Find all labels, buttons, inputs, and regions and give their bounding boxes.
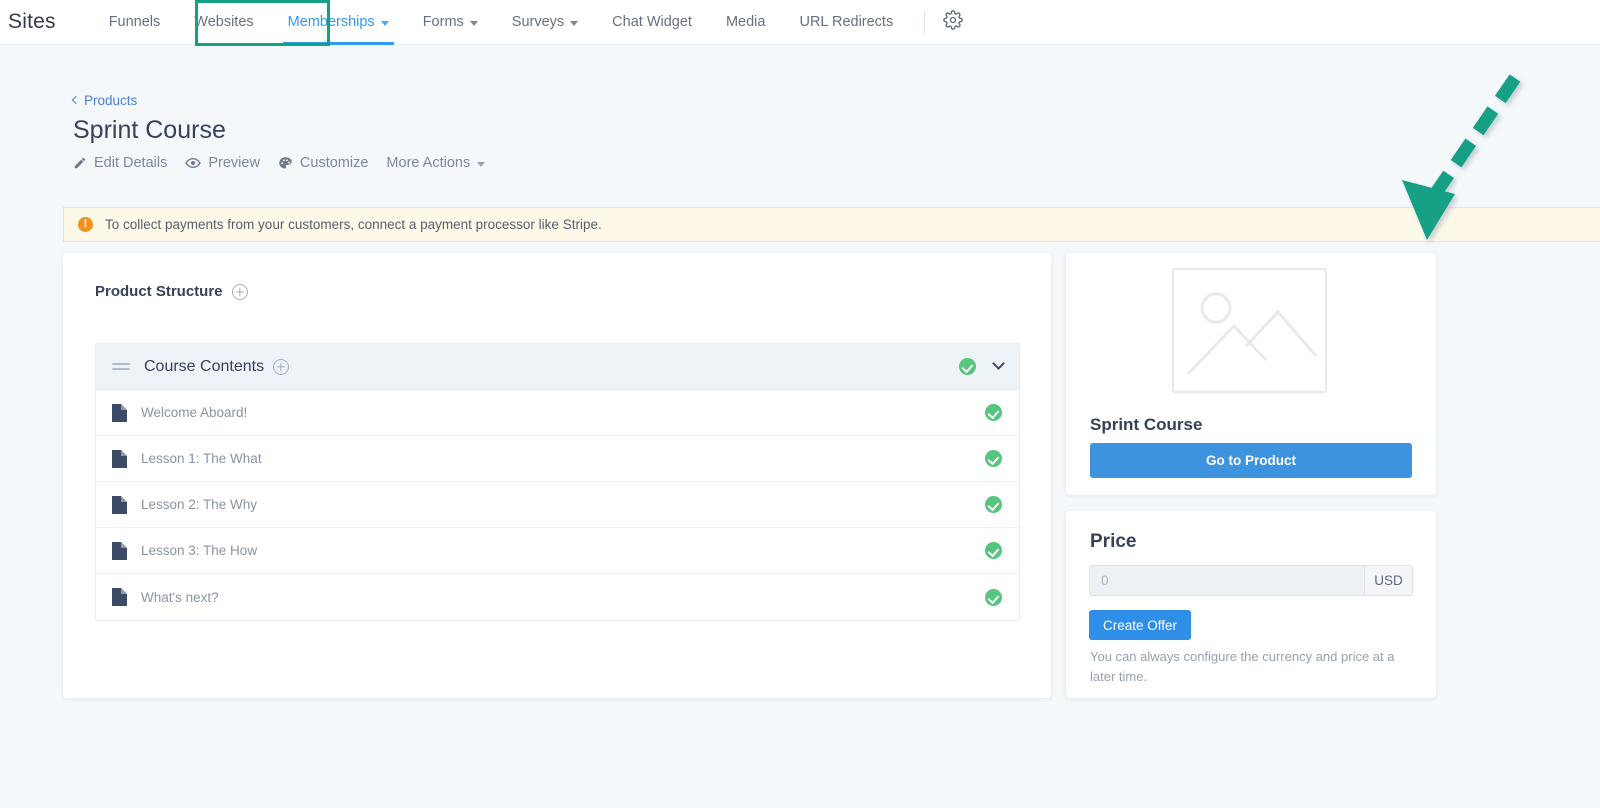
section-controls (959, 357, 1005, 375)
lesson-label: Lesson 3: The How (141, 543, 258, 558)
nav-item-url-redirects[interactable]: URL Redirects (782, 0, 910, 45)
nav-item-label: Media (725, 14, 766, 30)
page-title: Sprint Course (73, 116, 226, 144)
product-structure-heading: Product Structure (95, 283, 248, 300)
nav-items: Funnels Websites Memberships Forms Surve… (92, 0, 972, 45)
payment-warning-banner: ! To collect payments from your customer… (63, 207, 1600, 242)
exclamation-icon: ! (78, 217, 93, 232)
product-name: Sprint Course (1090, 415, 1203, 434)
palette-icon (278, 156, 293, 171)
lesson-label: Lesson 2: The Why (141, 497, 258, 512)
lesson-status (985, 496, 1003, 513)
gear-icon (943, 9, 963, 35)
banner-text: To collect payments from your customers,… (105, 217, 602, 232)
chevron-down-icon (380, 20, 389, 26)
lesson-status (985, 588, 1003, 606)
check-circle-icon (985, 404, 1002, 421)
more-actions-button[interactable]: More Actions (386, 155, 486, 171)
price-card: Price USD Create Offer You can always co… (1066, 511, 1436, 698)
price-help-text: You can always configure the currency an… (1090, 649, 1395, 685)
action-label: Customize (299, 155, 369, 171)
section-header[interactable]: Course Contents (96, 344, 1019, 390)
action-label: Edit Details (94, 155, 168, 171)
check-circle-icon (985, 450, 1002, 467)
product-structure-card: Product Structure Course Contents Welcom… (63, 253, 1051, 698)
chevron-down-icon (570, 20, 579, 26)
edit-details-button[interactable]: Edit Details (73, 155, 167, 171)
chevron-down-icon (469, 20, 478, 26)
lesson-label: Welcome Aboard! (141, 405, 248, 420)
add-section-icon[interactable] (231, 283, 248, 300)
nav-item-memberships[interactable]: Memberships (271, 0, 406, 45)
app-brand: Sites (8, 10, 56, 33)
breadcrumb-label: Products (84, 93, 138, 108)
check-circle-icon (985, 588, 1002, 606)
nav-item-websites[interactable]: Websites (177, 0, 270, 45)
product-preview-card: Sprint Course Go to Product (1066, 253, 1436, 495)
nav-item-label: URL Redirects (799, 14, 894, 30)
lesson-label: Lesson 1: The What (141, 451, 262, 466)
eye-icon (185, 155, 202, 171)
nav-item-surveys[interactable]: Surveys (495, 0, 595, 45)
price-input-group: USD (1089, 565, 1413, 596)
nav-item-label: Memberships (287, 14, 375, 30)
nav-item-media[interactable]: Media (709, 0, 783, 45)
document-icon (112, 541, 127, 560)
lesson-row[interactable]: What's next? (96, 574, 1019, 620)
add-lesson-icon[interactable] (273, 358, 290, 375)
lesson-status (985, 404, 1003, 421)
page-action-bar: Edit Details Preview Customize More Acti… (73, 155, 486, 171)
lesson-row[interactable]: Lesson 3: The How (96, 528, 1019, 574)
go-to-product-button[interactable]: Go to Product (1090, 443, 1412, 478)
nav-item-label: Funnels (108, 14, 161, 30)
drag-handle-icon[interactable] (112, 363, 130, 370)
course-contents-section: Course Contents Welcome Aboard! Lesson 1… (95, 343, 1020, 621)
check-circle-icon (985, 496, 1002, 513)
document-icon (112, 403, 127, 422)
section-title-label: Course Contents (144, 357, 265, 375)
top-navigation-bar: Sites Funnels Websites Memberships Forms… (0, 0, 1600, 45)
action-label: More Actions (386, 155, 471, 171)
product-structure-label: Product Structure (95, 283, 223, 300)
customize-button[interactable]: Customize (278, 155, 369, 171)
lesson-row[interactable]: Welcome Aboard! (96, 390, 1019, 436)
nav-item-forms[interactable]: Forms (406, 0, 495, 45)
nav-item-label: Forms (422, 14, 464, 30)
section-title: Course Contents (144, 357, 290, 376)
document-icon (112, 449, 127, 468)
lesson-row[interactable]: Lesson 1: The What (96, 436, 1019, 482)
settings-button[interactable] (935, 9, 971, 35)
nav-item-label: Surveys (511, 14, 565, 30)
price-heading: Price (1090, 531, 1137, 552)
nav-item-funnels[interactable]: Funnels (92, 0, 178, 45)
image-placeholder-icon (1172, 268, 1327, 393)
nav-item-label: Chat Widget (612, 14, 692, 30)
check-circle-icon (959, 358, 976, 375)
price-input[interactable] (1090, 566, 1364, 595)
preview-button[interactable]: Preview (185, 155, 260, 171)
create-offer-button[interactable]: Create Offer (1089, 610, 1192, 640)
lesson-status (985, 450, 1003, 467)
breadcrumb-products[interactable]: Products (71, 93, 138, 108)
document-icon (112, 588, 127, 606)
nav-item-label: Websites (194, 14, 254, 30)
document-icon (112, 495, 127, 514)
action-label: Preview (208, 155, 260, 171)
chevron-down-icon (477, 161, 486, 167)
lesson-status (985, 542, 1003, 559)
lesson-row[interactable]: Lesson 2: The Why (96, 482, 1019, 528)
chevron-down-icon[interactable] (992, 357, 1005, 370)
lesson-label: What's next? (141, 589, 219, 605)
nav-item-chat-widget[interactable]: Chat Widget (595, 0, 709, 45)
check-circle-icon (985, 542, 1002, 559)
currency-label: USD (1364, 566, 1412, 595)
pencil-icon (73, 156, 87, 170)
nav-divider (924, 10, 926, 34)
chevron-left-icon (71, 95, 81, 104)
